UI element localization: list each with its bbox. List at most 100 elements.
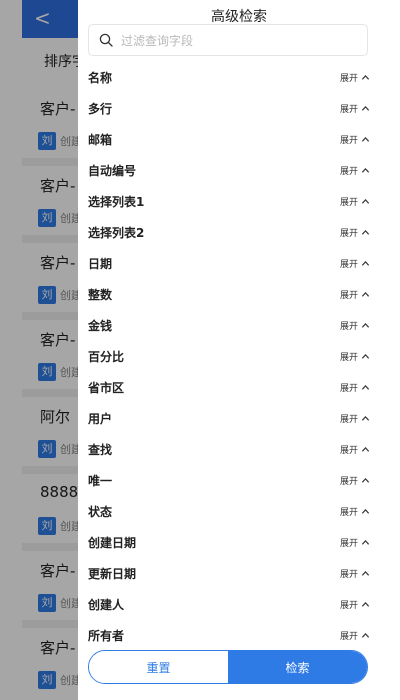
chevron-up-icon [361, 571, 370, 576]
drawer-title: 高级检索 [211, 9, 267, 25]
field-row[interactable]: 日期 展开 [78, 248, 400, 279]
field-row[interactable]: 创建人 展开 [78, 589, 400, 620]
expand-label: 展开 [339, 167, 358, 177]
expand-label: 展开 [339, 446, 358, 456]
expand-label: 展开 [339, 105, 358, 115]
field-label: 唯一 [88, 474, 113, 488]
field-label: 邮箱 [88, 133, 113, 147]
expand-label: 展开 [339, 632, 358, 642]
expand-toggle[interactable]: 展开 [340, 629, 370, 642]
expand-toggle[interactable]: 展开 [340, 567, 370, 580]
expand-toggle[interactable]: 展开 [340, 381, 370, 394]
expand-toggle[interactable]: 展开 [340, 350, 370, 363]
reset-button[interactable]: 重置 [89, 651, 228, 683]
field-label: 所有者 [88, 629, 125, 643]
field-row[interactable]: 邮箱 展开 [78, 124, 400, 155]
expand-toggle[interactable]: 展开 [340, 598, 370, 611]
field-row[interactable]: 查找 展开 [78, 434, 400, 465]
field-label: 查找 [88, 443, 113, 457]
chevron-up-icon [361, 509, 370, 514]
expand-toggle[interactable]: 展开 [340, 443, 370, 456]
field-label: 日期 [88, 257, 113, 271]
field-label: 自动编号 [88, 164, 137, 178]
search-icon [99, 33, 113, 47]
action-bar: 重置 检索 [88, 650, 368, 684]
chevron-up-icon [361, 292, 370, 297]
advanced-search-drawer: 高级检索 名称展开多行展开邮箱展开自动编号展开选择列表1展开选择列表2展开日期展… [78, 0, 400, 700]
chevron-up-icon [361, 261, 370, 266]
expand-toggle[interactable]: 展开 [340, 195, 370, 208]
expand-label: 展开 [339, 198, 358, 208]
field-label: 百分比 [88, 350, 125, 364]
field-label: 更新日期 [88, 567, 137, 581]
field-row[interactable]: 选择列表1 展开 [78, 186, 400, 217]
field-row[interactable]: 创建日期 展开 [78, 527, 400, 558]
expand-label: 展开 [339, 322, 358, 332]
expand-label: 展开 [339, 384, 358, 394]
chevron-up-icon [361, 75, 370, 80]
expand-toggle[interactable]: 展开 [340, 536, 370, 549]
field-label: 创建日期 [88, 536, 137, 550]
field-row[interactable]: 百分比 展开 [78, 341, 400, 372]
expand-label: 展开 [339, 353, 358, 363]
field-row[interactable]: 状态 展开 [78, 496, 400, 527]
expand-label: 展开 [339, 477, 358, 487]
search-button[interactable]: 检索 [228, 651, 367, 683]
field-label: 创建人 [88, 598, 125, 612]
expand-label: 展开 [339, 260, 358, 270]
expand-toggle[interactable]: 展开 [340, 505, 370, 518]
expand-toggle[interactable]: 展开 [340, 474, 370, 487]
field-row[interactable]: 自动编号 展开 [78, 155, 400, 186]
expand-toggle[interactable]: 展开 [340, 164, 370, 177]
chevron-up-icon [361, 385, 370, 390]
field-label: 多行 [88, 102, 113, 116]
field-row[interactable]: 所有者 展开 [78, 620, 400, 648]
field-row[interactable]: 金钱 展开 [78, 310, 400, 341]
expand-toggle[interactable]: 展开 [340, 257, 370, 270]
field-list: 名称 展开 多行 展开 邮箱 展开 自动编号 展开 选择列表1 展开 选择列表2 展开 日期 展开 整数 展开… [78, 62, 400, 648]
expand-label: 展开 [339, 291, 358, 301]
expand-toggle[interactable]: 展开 [340, 71, 370, 84]
chevron-up-icon [361, 602, 370, 607]
field-label: 状态 [88, 505, 113, 519]
field-row[interactable]: 选择列表2 展开 [78, 217, 400, 248]
field-filter-box[interactable] [88, 24, 368, 56]
chevron-up-icon [361, 447, 370, 452]
field-row[interactable]: 多行 展开 [78, 93, 400, 124]
expand-label: 展开 [339, 136, 358, 146]
chevron-up-icon [361, 137, 370, 142]
chevron-up-icon [361, 168, 370, 173]
field-row[interactable]: 用户 展开 [78, 403, 400, 434]
field-label: 整数 [88, 288, 113, 302]
field-label: 名称 [88, 71, 113, 85]
field-row[interactable]: 唯一 展开 [78, 465, 400, 496]
chevron-up-icon [361, 416, 370, 421]
chevron-up-icon [361, 323, 370, 328]
expand-label: 展开 [339, 229, 358, 239]
field-row[interactable]: 名称 展开 [78, 62, 400, 93]
chevron-up-icon [361, 633, 370, 638]
field-row[interactable]: 省市区 展开 [78, 372, 400, 403]
expand-label: 展开 [339, 570, 358, 580]
chevron-up-icon [361, 199, 370, 204]
expand-toggle[interactable]: 展开 [340, 226, 370, 239]
expand-toggle[interactable]: 展开 [340, 319, 370, 332]
field-label: 金钱 [88, 319, 113, 333]
expand-toggle[interactable]: 展开 [340, 412, 370, 425]
field-row[interactable]: 更新日期 展开 [78, 558, 400, 589]
chevron-up-icon [361, 230, 370, 235]
field-label: 省市区 [88, 381, 125, 395]
expand-label: 展开 [339, 539, 358, 549]
expand-label: 展开 [339, 601, 358, 611]
expand-label: 展开 [339, 415, 358, 425]
field-label: 选择列表1 [88, 195, 145, 209]
expand-toggle[interactable]: 展开 [340, 102, 370, 115]
expand-toggle[interactable]: 展开 [340, 288, 370, 301]
chevron-up-icon [361, 478, 370, 483]
expand-toggle[interactable]: 展开 [340, 133, 370, 146]
field-label: 用户 [88, 412, 113, 426]
field-row[interactable]: 整数 展开 [78, 279, 400, 310]
field-filter-input[interactable] [121, 32, 361, 50]
chevron-up-icon [361, 354, 370, 359]
chevron-up-icon [361, 106, 370, 111]
